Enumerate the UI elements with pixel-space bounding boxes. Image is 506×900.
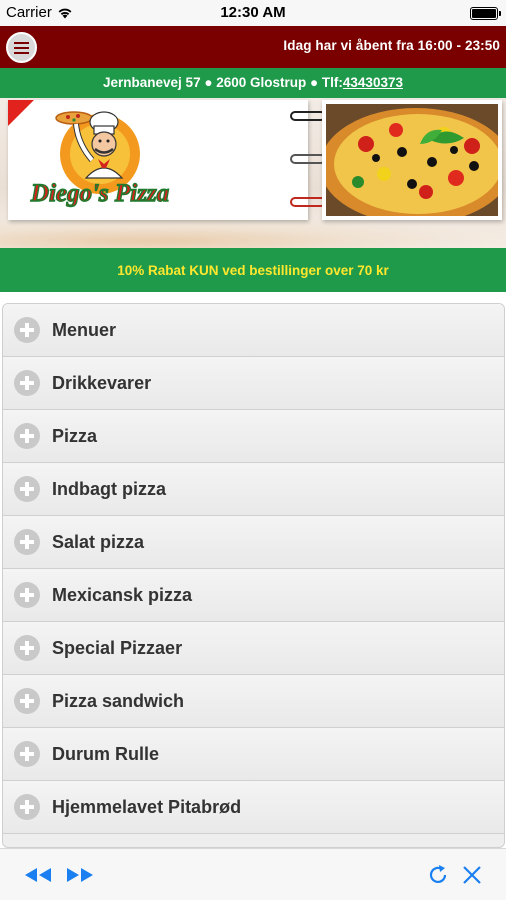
category-item-drikkevarer[interactable]: Drikkevarer <box>3 357 504 410</box>
plus-icon <box>14 476 40 502</box>
top-header: Idag har vi åbent fra 16:00 - 23:50 <box>0 26 506 68</box>
category-label: Pizza <box>52 425 98 446</box>
category-item-special-pizzaer[interactable]: Special Pizzaer <box>3 622 504 675</box>
hamburger-menu-button[interactable] <box>6 32 37 63</box>
category-label: Salat pizza <box>52 531 145 552</box>
plus-icon <box>14 688 40 714</box>
address-bar: Jernbanevej 57 ● 2600 Glostrup ● Tlf:434… <box>0 68 506 98</box>
plus-icon <box>14 741 40 767</box>
pizza-photo <box>320 104 506 224</box>
category-label: Mexicansk pizza <box>52 584 193 605</box>
category-label: Menuer <box>52 319 117 340</box>
category-label: Drikkevarer <box>52 372 152 393</box>
status-bar: Carrier 12:30 AM <box>0 0 506 26</box>
category-label: Durum Rulle <box>52 743 160 764</box>
pizza-photo-card <box>320 100 506 224</box>
address-text: Jernbanevej 57 ● 2600 Glostrup ● Tlf: <box>103 75 343 90</box>
back-button[interactable] <box>22 861 54 889</box>
refresh-button[interactable] <box>422 861 454 889</box>
category-item-salat-pizza[interactable]: Salat pizza <box>3 516 504 569</box>
promo-banner: 10% Rabat KUN ved bestillinger over 70 k… <box>0 248 506 292</box>
category-item-pizza[interactable]: Pizza <box>3 410 504 463</box>
category-item-indbagt-pizza[interactable]: Indbagt pizza <box>3 463 504 516</box>
category-label: Special Pizzaer <box>52 637 183 658</box>
phone-link[interactable]: 43430373 <box>343 75 403 90</box>
fast-forward-icon <box>67 868 93 882</box>
category-list: Menuer Drikkevarer Pizza Indbagt pizza S… <box>2 303 505 848</box>
category-label: Pizza sandwich <box>52 690 185 711</box>
battery-icon <box>470 7 501 20</box>
category-label: Hjemmelavet Pitabrød <box>52 796 242 817</box>
category-item-durum-rulle[interactable]: Durum Rulle <box>3 728 504 781</box>
category-item-pizza-sandwich[interactable]: Pizza sandwich <box>3 675 504 728</box>
category-item-hjemmelavet-pitabrod[interactable]: Hjemmelavet Pitabrød <box>3 781 504 834</box>
forward-button[interactable] <box>64 861 96 889</box>
close-button[interactable] <box>456 861 488 889</box>
binder-ring <box>290 197 326 207</box>
refresh-icon <box>429 865 447 884</box>
status-time: 12:30 AM <box>220 4 286 21</box>
plus-icon <box>14 582 40 608</box>
svg-text:Diego's Pizza: Diego's Pizza <box>30 180 169 207</box>
category-item-menuer[interactable]: Menuer <box>3 304 504 357</box>
rewind-icon <box>25 868 51 882</box>
binder-ring <box>290 154 326 164</box>
plus-icon <box>14 635 40 661</box>
opening-hours-text: Idag har vi åbent fra 16:00 - 23:50 <box>283 38 500 53</box>
bottom-toolbar <box>0 848 506 900</box>
close-icon <box>463 866 481 884</box>
diegos-pizza-logo: Diego's Pizza <box>29 111 170 208</box>
plus-icon <box>14 529 40 555</box>
binder-ring <box>290 111 326 121</box>
plus-icon <box>14 370 40 396</box>
plus-icon <box>14 317 40 343</box>
plus-icon <box>14 423 40 449</box>
category-item-mexicansk-pizza[interactable]: Mexicansk pizza <box>3 569 504 622</box>
plus-icon <box>14 794 40 820</box>
category-label: Indbagt pizza <box>52 478 166 499</box>
restaurant-banner: Diego's Pizza <box>0 98 506 248</box>
